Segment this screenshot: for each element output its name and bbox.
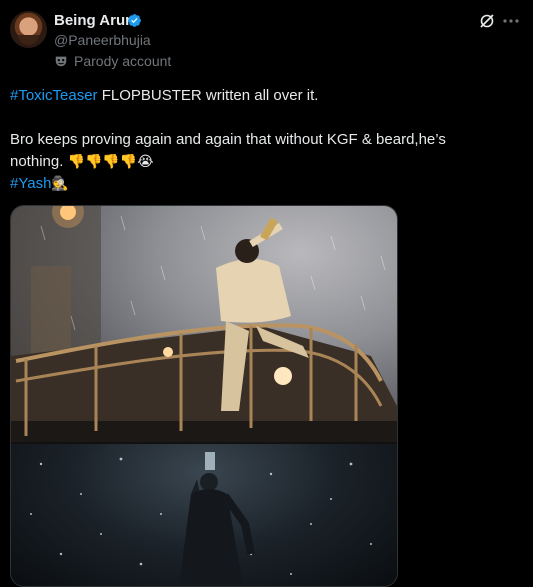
tweet-line-2: Bro keeps proving again and again that w… — [10, 131, 446, 148]
snow-scene — [30, 452, 372, 586]
hashtag-toxicteaser[interactable]: #ToxicTeaser — [10, 87, 98, 104]
grok-icon[interactable] — [479, 13, 495, 29]
mask-icon — [55, 56, 67, 67]
detective-emoji: 🕵 — [51, 176, 69, 192]
media-image-1[interactable] — [11, 206, 397, 442]
tweet-media[interactable] — [10, 205, 398, 587]
verified-badge-icon — [128, 14, 141, 27]
thumbs-down-emojis: 👎👎👎👎😭 — [67, 154, 154, 170]
tweet-line-1: #ToxicTeaser FLOPBUSTER written all over… — [10, 87, 319, 104]
more-icon[interactable] — [502, 13, 520, 29]
media-image-2[interactable] — [11, 444, 397, 586]
tweet-line-4: #Yash🕵 — [10, 173, 520, 195]
author-name[interactable]: Being Arun — [54, 12, 134, 30]
parody-label: Parody account — [54, 52, 171, 70]
tweet-line-3: nothing. 👎👎👎👎😭 — [10, 153, 154, 170]
ship-deck-scene — [11, 206, 397, 442]
hashtag-yash[interactable]: #Yash — [10, 175, 51, 192]
author-handle[interactable]: @Paneerbhujia — [54, 32, 151, 48]
tweet-text: #ToxicTeaser FLOPBUSTER written all over… — [10, 85, 520, 195]
avatar[interactable] — [10, 11, 47, 48]
parody-label-text: Parody account — [74, 53, 172, 69]
tweet-header: Being Arun @Paneerbhujia Parody account — [0, 0, 533, 80]
